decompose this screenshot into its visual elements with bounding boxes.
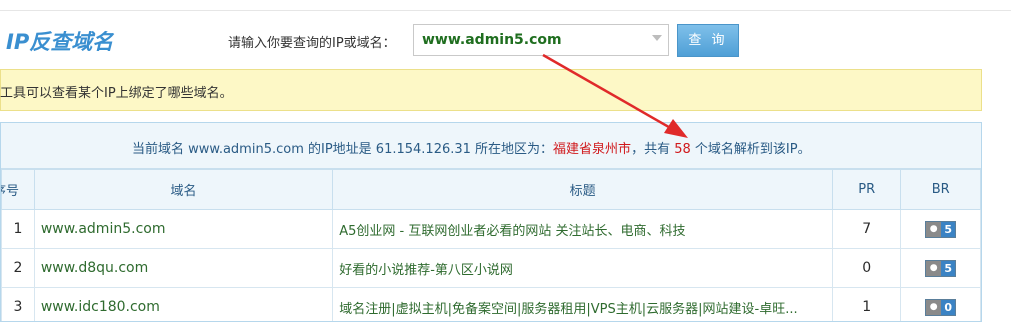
chevron-down-icon[interactable] <box>652 35 662 41</box>
table-row: 2 www.d8qu.com 好看的小说推荐-第八区小说网 0 ●5 <box>2 249 981 288</box>
br-value: 5 <box>941 261 955 276</box>
result-summary: 当前域名 www.admin5.com 的IP地址是 61.154.126.31… <box>1 123 981 169</box>
domain-input-value: www.admin5.com <box>422 32 562 48</box>
paw-icon: ● <box>926 222 941 237</box>
br-badge[interactable]: ●0 <box>925 299 956 316</box>
info-notice: 本工具可以查看某个IP上绑定了哪些域名。 <box>0 69 982 111</box>
table-row: 1 www.admin5.com A5创业网 - 互联网创业者必看的网站 关注站… <box>2 210 981 249</box>
row-domain-link[interactable]: www.d8qu.com <box>34 249 332 288</box>
paw-icon: ● <box>926 261 941 276</box>
table-header-row: 序号 域名 标题 PR BR <box>2 170 981 210</box>
br-badge[interactable]: ●5 <box>925 260 956 277</box>
domain-search-input[interactable]: www.admin5.com <box>413 24 669 56</box>
br-value: 0 <box>941 300 955 315</box>
row-num: 1 <box>2 210 35 249</box>
row-pr: 0 <box>832 249 901 288</box>
header-title: 标题 <box>333 170 833 210</box>
header-domain: 域名 <box>34 170 332 210</box>
notice-text: 本工具可以查看某个IP上绑定了哪些域名。 <box>0 82 233 101</box>
row-br[interactable]: ●5 <box>901 249 981 288</box>
search-prompt-label: 请输入你要查询的IP或域名： <box>228 32 396 51</box>
header-br: BR <box>901 170 981 210</box>
row-title: 好看的小说推荐-第八区小说网 <box>333 249 833 288</box>
row-pr: 7 <box>832 210 901 249</box>
table-row: 3 www.idc180.com 域名注册|虚拟主机|免备案空间|服务器租用|V… <box>2 288 981 322</box>
query-button[interactable]: 查 询 <box>677 24 739 57</box>
row-br[interactable]: ●5 <box>901 210 981 249</box>
row-title: A5创业网 - 互联网创业者必看的网站 关注站长、电商、科技 <box>333 210 833 249</box>
row-domain-link[interactable]: www.idc180.com <box>34 288 332 322</box>
br-value: 5 <box>941 222 955 237</box>
row-num: 2 <box>2 249 35 288</box>
row-domain-link[interactable]: www.admin5.com <box>34 210 332 249</box>
header-num: 序号 <box>2 170 35 210</box>
row-br[interactable]: ●0 <box>901 288 981 322</box>
page-logo: IP反查域名 <box>6 26 113 56</box>
summary-count: 58 <box>674 142 691 157</box>
summary-region: 福建省泉州市 <box>553 142 631 157</box>
summary-prefix: 当前域名 www.admin5.com 的IP地址是 61.154.126.31… <box>132 142 553 157</box>
summary-mid: ，共有 <box>631 142 670 157</box>
paw-icon: ● <box>926 300 941 315</box>
result-panel: 当前域名 www.admin5.com 的IP地址是 61.154.126.31… <box>0 122 982 322</box>
top-divider <box>0 10 1011 11</box>
br-badge[interactable]: ●5 <box>925 221 956 238</box>
row-num: 3 <box>2 288 35 322</box>
summary-suffix: 个域名解析到该IP。 <box>695 142 811 157</box>
domain-table: 序号 域名 标题 PR BR 1 www.admin5.com A5创业网 - … <box>1 169 981 322</box>
row-title: 域名注册|虚拟主机|免备案空间|服务器租用|VPS主机|云服务器|网站建设-卓旺… <box>333 288 833 322</box>
row-pr: 1 <box>832 288 901 322</box>
header-pr: PR <box>832 170 901 210</box>
